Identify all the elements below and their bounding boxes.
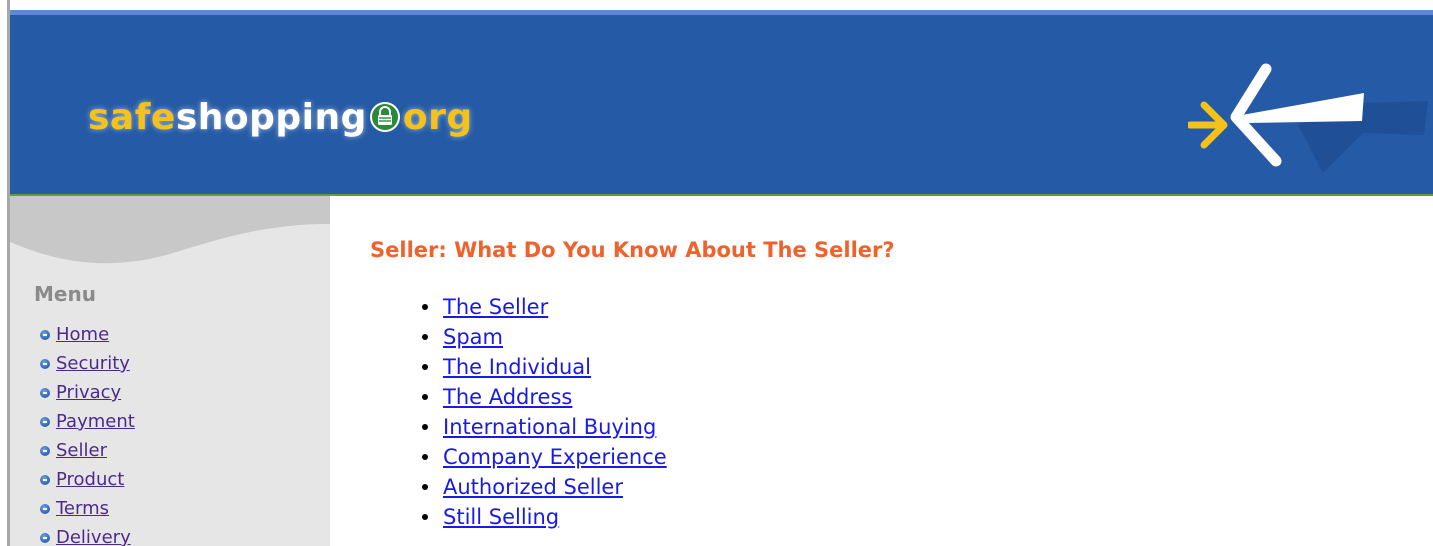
list-item: The Address (422, 382, 667, 412)
blue-bullet-icon (40, 358, 50, 369)
menu-item-payment[interactable]: Payment (40, 407, 135, 436)
bullet-dot (422, 454, 428, 460)
menu-item-delivery[interactable]: Delivery (40, 523, 135, 546)
bullet-dot (422, 484, 428, 490)
sidebar-wave-decoration (10, 196, 330, 276)
link-the-individual[interactable]: The Individual (443, 355, 591, 379)
page-title: Seller: What Do You Know About The Selle… (370, 238, 895, 262)
bullet-dot (422, 514, 428, 520)
list-item: Authorized Seller (422, 472, 667, 502)
menu-link-seller[interactable]: Seller (56, 440, 107, 461)
menu-item-security[interactable]: Security (40, 349, 135, 378)
topic-link-list: The Seller Spam The Individual The Addre… (422, 292, 667, 532)
blue-bullet-icon (40, 474, 50, 485)
blue-bullet-icon (40, 445, 50, 456)
list-item: The Seller (422, 292, 667, 322)
sidebar: Menu Home Security Privacy Payment Selle… (10, 196, 330, 546)
menu-link-security[interactable]: Security (56, 353, 130, 374)
bullet-dot (422, 304, 428, 310)
menu-item-privacy[interactable]: Privacy (40, 378, 135, 407)
menu-list: Home Security Privacy Payment Seller Pro… (40, 320, 135, 546)
menu-item-terms[interactable]: Terms (40, 494, 135, 523)
link-authorized-seller[interactable]: Authorized Seller (443, 475, 623, 499)
link-company-experience[interactable]: Company Experience (443, 445, 667, 469)
blue-bullet-icon (40, 416, 50, 427)
list-item: The Individual (422, 352, 667, 382)
logo-text-org: org (402, 96, 473, 138)
link-international-buying[interactable]: International Buying (443, 415, 656, 439)
link-the-address[interactable]: The Address (443, 385, 572, 409)
link-still-selling[interactable]: Still Selling (443, 505, 559, 529)
link-the-seller[interactable]: The Seller (443, 295, 548, 319)
list-item: Company Experience (422, 442, 667, 472)
arrow-emblem-icon (1188, 63, 1428, 173)
blue-bullet-icon (40, 387, 50, 398)
site-header: safe shopping org (10, 10, 1433, 196)
browser-viewport: safe shopping org Menu Home Security Pri… (0, 0, 1433, 546)
menu-link-home[interactable]: Home (56, 324, 109, 345)
left-border (0, 0, 10, 546)
list-item: Still Selling (422, 502, 667, 532)
bullet-dot (422, 364, 428, 370)
list-item: International Buying (422, 412, 667, 442)
menu-link-terms[interactable]: Terms (56, 498, 109, 519)
menu-link-privacy[interactable]: Privacy (56, 382, 121, 403)
blue-bullet-icon (40, 532, 50, 543)
menu-item-product[interactable]: Product (40, 465, 135, 494)
menu-link-delivery[interactable]: Delivery (56, 527, 131, 546)
blue-bullet-icon (40, 329, 50, 340)
bullet-dot (422, 394, 428, 400)
bullet-dot (422, 424, 428, 430)
bullet-dot (422, 334, 428, 340)
menu-link-product[interactable]: Product (56, 469, 124, 490)
site-logo[interactable]: safe shopping org (88, 87, 473, 147)
logo-text-safe: safe (88, 96, 176, 138)
menu-link-payment[interactable]: Payment (56, 411, 135, 432)
main-content: Seller: What Do You Know About The Selle… (330, 196, 1433, 546)
blue-bullet-icon (40, 503, 50, 514)
menu-title: Menu (34, 282, 96, 306)
top-edge (10, 0, 1433, 10)
link-spam[interactable]: Spam (443, 325, 503, 349)
menu-item-home[interactable]: Home (40, 320, 135, 349)
menu-item-seller[interactable]: Seller (40, 436, 135, 465)
logo-text-shopping: shopping (175, 96, 367, 138)
lock-icon (369, 102, 400, 132)
list-item: Spam (422, 322, 667, 352)
